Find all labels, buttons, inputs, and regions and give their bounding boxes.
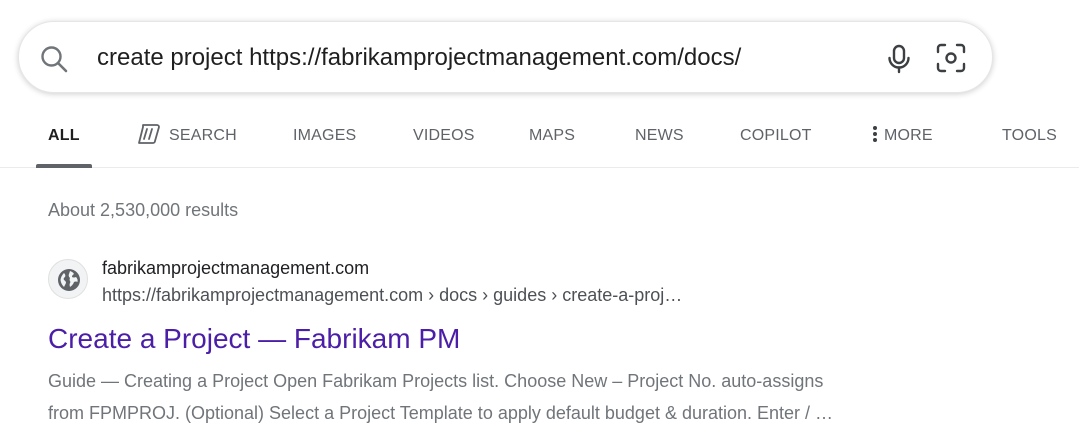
snippet-line-1: Guide — Creating a Project Open Fabrikam… — [48, 371, 824, 391]
search-icon[interactable] — [39, 44, 69, 74]
vertical-dots-icon — [873, 125, 877, 142]
globe-icon — [58, 269, 80, 291]
tab-search-label: SEARCH — [169, 127, 237, 144]
tab-more-label: MORE — [884, 127, 933, 144]
microphone-icon[interactable] — [885, 44, 913, 74]
copilot-search-icon — [138, 123, 160, 144]
tab-images[interactable]: IMAGES — [293, 110, 356, 166]
tab-maps-label: MAPS — [529, 127, 576, 144]
tab-videos[interactable]: VIDEOS — [413, 110, 475, 166]
tab-all[interactable]: ALL — [36, 110, 92, 168]
visual-search-icon[interactable] — [935, 42, 967, 74]
site-favicon[interactable] — [48, 259, 88, 299]
tab-copilot-label: COPILOT — [740, 127, 812, 144]
search-tabs: ALL SEARCH IMAGES VIDEOS MAPS NEWS COPIL… — [0, 110, 1079, 168]
result-title-link[interactable]: Create a Project — Fabrikam PM — [48, 323, 460, 355]
tab-more[interactable]: MORE — [872, 110, 933, 166]
search-box[interactable]: create project https://fabrikamprojectma… — [18, 21, 993, 93]
tab-copilot[interactable]: COPILOT — [740, 110, 812, 166]
snippet-line-2: from FPMPROJ. (Optional) Select a Projec… — [48, 403, 834, 423]
tab-images-label: IMAGES — [293, 127, 357, 144]
result-site-name[interactable]: fabrikamprojectmanagement.com — [102, 258, 369, 279]
result-url[interactable]: https://fabrikamprojectmanagement.com › … — [102, 285, 682, 306]
tab-maps[interactable]: MAPS — [529, 110, 575, 166]
tab-all-label: ALL — [48, 127, 80, 144]
results-count: About 2,530,000 results — [48, 200, 239, 220]
tab-tools-label: TOOLS — [1002, 127, 1057, 144]
tab-search[interactable]: SEARCH — [137, 110, 237, 166]
result-snippet: Guide — Creating a Project Open Fabrikam… — [48, 365, 968, 429]
search-input[interactable]: create project https://fabrikamprojectma… — [97, 22, 857, 94]
tab-news[interactable]: NEWS — [635, 110, 684, 166]
tab-news-label: NEWS — [635, 127, 684, 144]
tab-tools[interactable]: TOOLS — [1002, 110, 1057, 166]
tab-videos-label: VIDEOS — [413, 127, 475, 144]
